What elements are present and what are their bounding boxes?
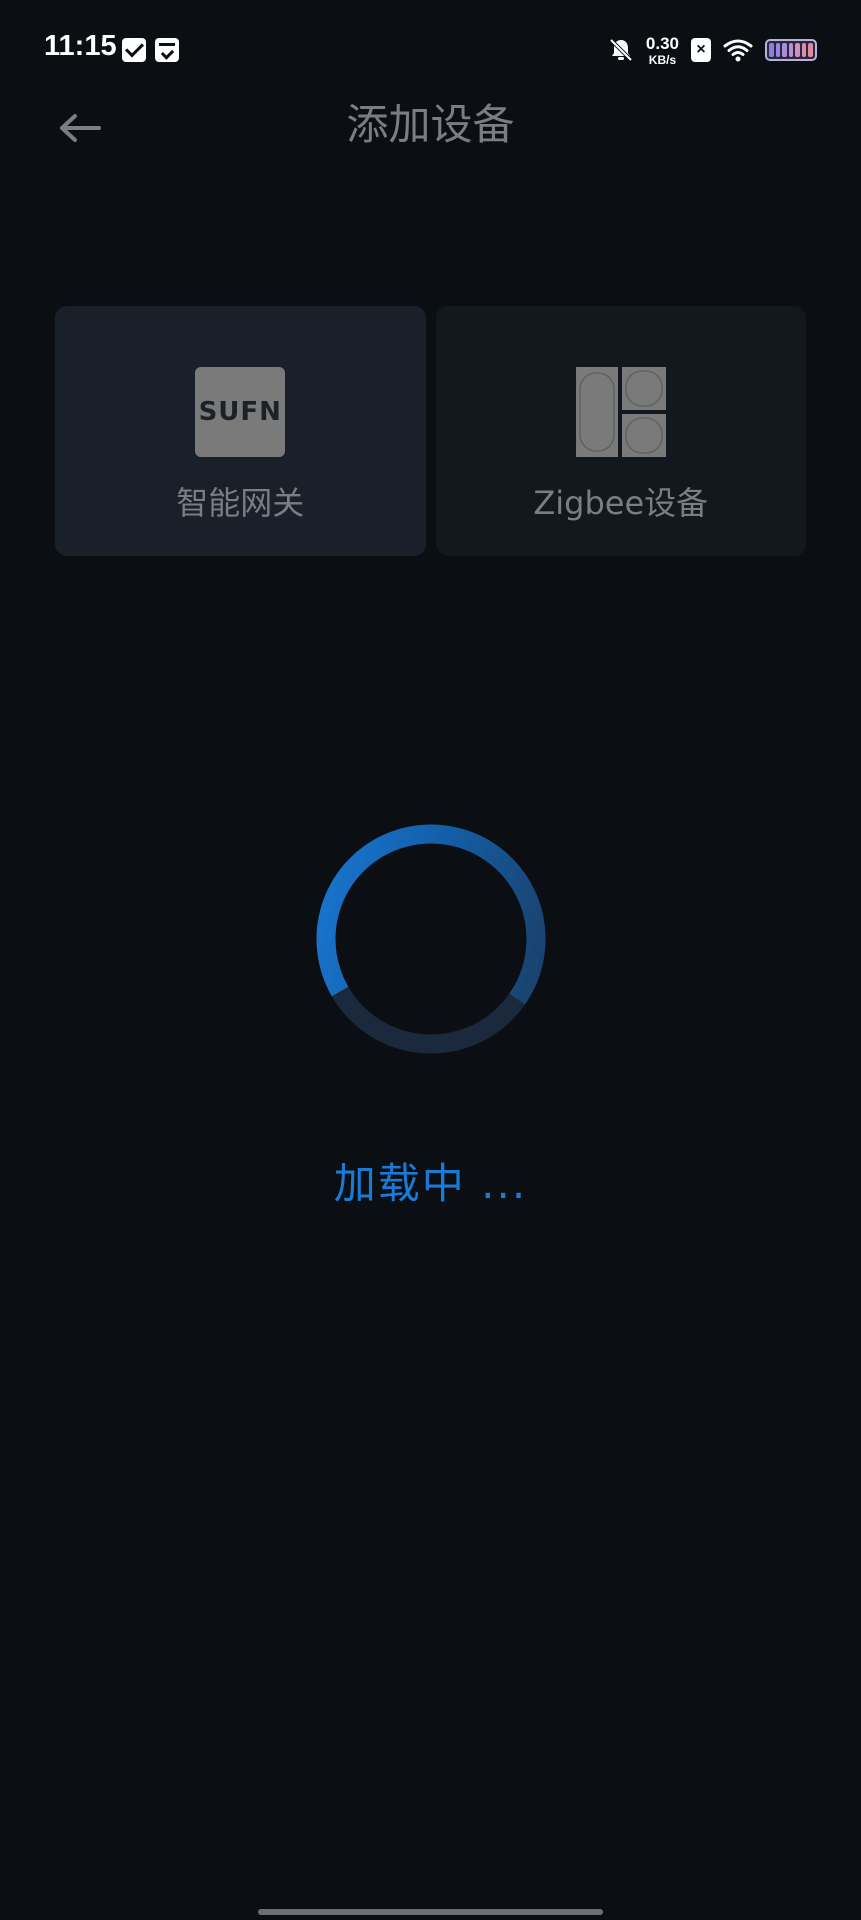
wifi-icon (723, 38, 753, 62)
inbox-icon (155, 38, 179, 62)
home-indicator[interactable] (258, 1909, 603, 1915)
device-card-label: 智能网关 (176, 484, 305, 522)
status-time: 11:15 (44, 30, 117, 62)
header: 添加设备 (0, 80, 861, 170)
loading-spinner (316, 824, 546, 1054)
mail-icon (122, 38, 146, 62)
device-type-list: SUFN 智能网关 Zigbee设备 (55, 306, 806, 556)
zigbee-switch-icon (575, 367, 666, 457)
device-card-zigbee[interactable]: Zigbee设备 (435, 306, 806, 556)
device-card-gateway[interactable]: SUFN 智能网关 (55, 306, 426, 556)
bell-off-icon (608, 37, 634, 63)
battery-icon (765, 39, 817, 61)
status-right-group: 0.30 KB/s × (608, 30, 817, 70)
gateway-icon: SUFN (195, 367, 286, 457)
sim-x-icon: × (691, 38, 711, 62)
network-speed-unit: KB/s (648, 52, 677, 67)
device-card-label: Zigbee设备 (533, 484, 709, 522)
loading-text: 加载中 ... (333, 1159, 528, 1208)
network-speed-value: 0.30 (645, 33, 679, 53)
page-title: 添加设备 (346, 100, 515, 149)
network-speed: 0.30 KB/s (646, 35, 679, 66)
